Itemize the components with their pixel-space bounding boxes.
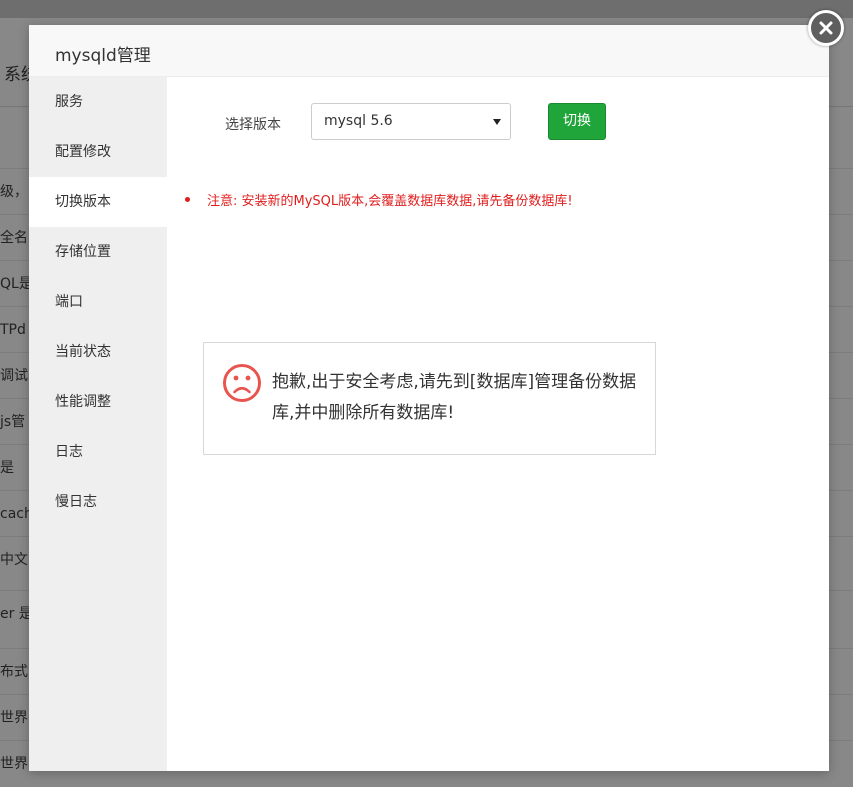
sidebar-item-service[interactable]: 服务	[29, 77, 167, 127]
dialog-sidebar: 服务 配置修改 切换版本 存储位置 端口 当前状态 性能调整 日志 慢日志	[29, 77, 167, 771]
mysqld-manage-dialog: mysqld管理 服务 配置修改 切换版本 存储位置 端口 当前状态 性能调整 …	[29, 25, 829, 771]
sidebar-item-switch-version[interactable]: 切换版本	[29, 177, 167, 227]
sidebar-item-performance-tuning[interactable]: 性能调整	[29, 377, 167, 427]
version-select-value: mysql 5.6	[324, 113, 393, 129]
notice-text: 抱歉,出于安全考虑,请先到[数据库]管理备份数据库,并中删除所有数据库!	[272, 372, 637, 423]
sidebar-item-current-status[interactable]: 当前状态	[29, 327, 167, 377]
close-dialog-button[interactable]	[808, 10, 844, 46]
dialog-title: mysqld管理	[55, 46, 151, 66]
switch-version-button[interactable]: 切换	[548, 103, 606, 140]
dropdown-arrow-icon	[493, 119, 501, 125]
sidebar-item-port[interactable]: 端口	[29, 277, 167, 327]
sidebar-item-storage-location[interactable]: 存储位置	[29, 227, 167, 277]
dialog-content: 选择版本 mysql 5.6 切换 注意: 安装新的MySQL版本,会覆盖数据库…	[167, 77, 829, 771]
warning-bullet-icon	[185, 197, 190, 202]
background-topbar	[0, 0, 853, 18]
sidebar-item-logs[interactable]: 日志	[29, 427, 167, 477]
version-label: 选择版本	[225, 117, 281, 133]
warning-text: 注意: 安装新的MySQL版本,会覆盖数据库数据,请先备份数据库!	[207, 194, 573, 209]
notice-box: 抱歉,出于安全考虑,请先到[数据库]管理备份数据库,并中删除所有数据库!	[203, 342, 656, 455]
sidebar-item-slow-logs[interactable]: 慢日志	[29, 477, 167, 527]
dialog-header: mysqld管理	[29, 25, 829, 77]
close-icon	[819, 21, 833, 35]
version-select[interactable]: mysql 5.6	[311, 103, 511, 140]
sidebar-item-config-edit[interactable]: 配置修改	[29, 127, 167, 177]
sad-face-icon	[223, 364, 261, 402]
